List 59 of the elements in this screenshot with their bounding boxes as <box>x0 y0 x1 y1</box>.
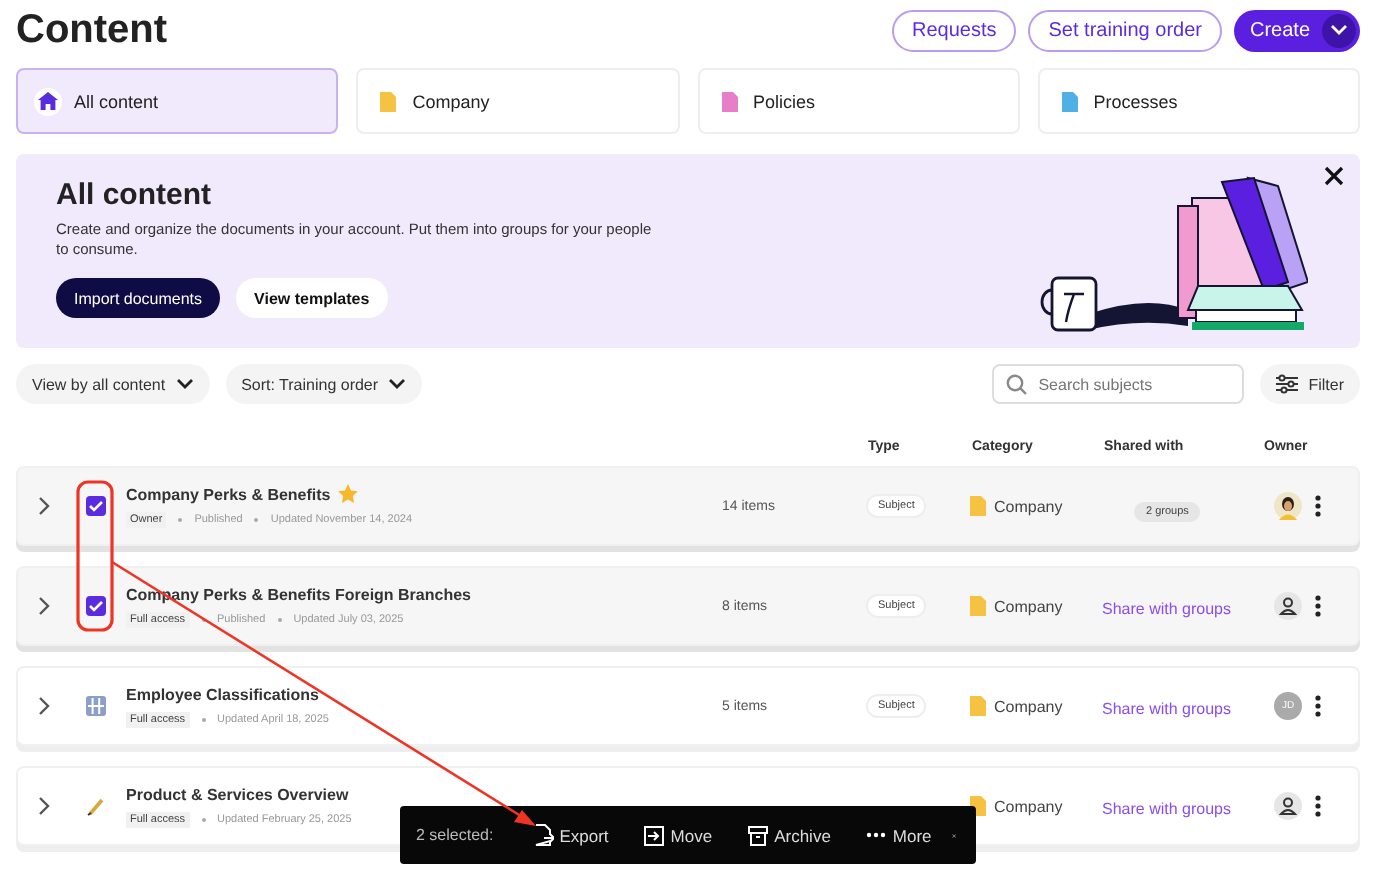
more-icon <box>866 832 887 838</box>
import-button[interactable]: Import documents <box>56 278 221 318</box>
caret-icon[interactable] <box>1322 13 1356 47</box>
separator-dot <box>254 518 259 522</box>
kebab-icon[interactable] <box>1314 494 1322 518</box>
toolbar-button[interactable]: Export <box>517 824 625 846</box>
document-icon <box>970 496 986 516</box>
chevron-icon[interactable] <box>38 696 50 716</box>
user-icon <box>1274 792 1302 820</box>
separator-dot <box>201 817 206 821</box>
category-tab[interactable]: Processes <box>1037 68 1360 134</box>
chevron-icon[interactable] <box>38 796 50 816</box>
filter-button[interactable]: Filter <box>1260 364 1360 404</box>
user-icon <box>1274 592 1302 620</box>
kebab-icon[interactable] <box>1314 694 1322 718</box>
share-link[interactable]: Share with groups <box>1102 600 1231 618</box>
kebab-icon[interactable] <box>1314 794 1322 818</box>
checkbox[interactable] <box>86 496 106 516</box>
document-icon <box>970 596 986 616</box>
share-link[interactable]: Share with groups <box>1102 700 1231 718</box>
separator-dot <box>277 617 282 621</box>
category-tab[interactable]: Company <box>356 68 679 134</box>
dropdown-button[interactable]: View by all content <box>16 364 210 404</box>
caret-icon[interactable] <box>175 378 194 390</box>
dropdown-button[interactable]: Sort: Training order <box>225 364 423 404</box>
toolbar-button[interactable]: More <box>850 825 948 845</box>
templates-button[interactable]: View templates <box>236 278 388 318</box>
archive-icon <box>748 825 769 845</box>
separator-dot <box>201 717 206 721</box>
export-icon <box>533 824 554 846</box>
category-label: Company <box>994 797 1063 815</box>
toolbar-button[interactable]: Archive <box>732 825 847 845</box>
category-label: Company <box>994 697 1063 715</box>
move-icon <box>644 825 665 845</box>
row-title: Product & Services Overview <box>126 785 349 803</box>
page-title: Content <box>16 7 170 53</box>
separator-dot <box>178 518 183 522</box>
category-label: Company <box>994 597 1063 615</box>
create-button[interactable]: Create <box>1233 9 1360 51</box>
chevron-icon[interactable] <box>38 496 50 516</box>
row-title: Employee Classifications <box>126 685 319 703</box>
header-button[interactable]: Requests <box>892 9 1017 51</box>
share-link[interactable]: Share with groups <box>1102 800 1231 818</box>
close-icon[interactable] <box>1324 166 1344 186</box>
banner-title: All content <box>56 178 213 212</box>
search-field[interactable]: Search subjects <box>992 364 1245 404</box>
kebab-icon[interactable] <box>1314 594 1322 618</box>
selection-count: 2 selected: <box>416 826 494 844</box>
header-button[interactable]: Set training order <box>1028 9 1222 51</box>
document-icon <box>970 696 986 716</box>
category-tab[interactable]: Policies <box>697 68 1020 134</box>
caret-icon[interactable] <box>388 378 407 390</box>
chevron-icon[interactable] <box>38 596 50 616</box>
row-title: Company Perks & Benefits <box>126 485 331 503</box>
sliders-icon <box>1276 374 1299 394</box>
category-label: Company <box>994 497 1063 515</box>
toolbar-button[interactable]: Move <box>628 825 729 845</box>
checkbox[interactable] <box>86 596 106 616</box>
category-tab[interactable]: All content <box>16 68 339 134</box>
